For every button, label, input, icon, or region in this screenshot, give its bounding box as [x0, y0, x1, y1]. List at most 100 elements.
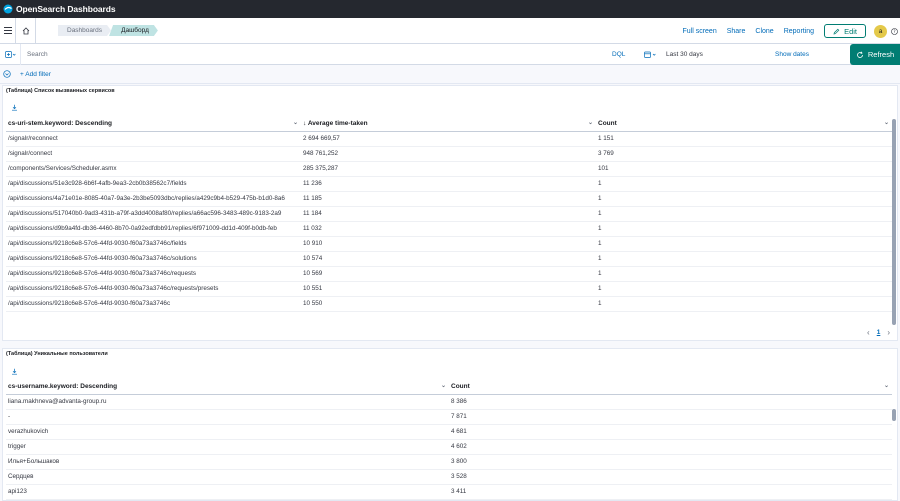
full-screen-link[interactable]: Full screen	[682, 28, 716, 35]
table-cell: 3 769	[596, 146, 892, 162]
table-cell: 3 800	[449, 454, 892, 470]
help-icon[interactable]: ?	[891, 27, 898, 35]
calendar-icon	[644, 51, 656, 58]
query-bar: Search DQL Last 30 days Show dates Refre…	[0, 43, 900, 65]
panel-users: (Таблица) Уникальные пользователи cs-use…	[2, 348, 898, 501]
table-cell: 7 871	[449, 409, 892, 425]
download-icon[interactable]	[11, 104, 18, 111]
table-cell[interactable]: /api/discussions/9218c6e8-57c6-44fd-9030…	[6, 236, 301, 252]
add-filter-link[interactable]: + Add filter	[20, 71, 51, 78]
chevron-right-icon[interactable]: ›	[887, 328, 890, 337]
clone-link[interactable]: Clone	[755, 28, 773, 35]
table-cell[interactable]: liana.makhneva@advanta-group.ru	[6, 394, 449, 410]
breadcrumb-dashboards[interactable]: Dashboards	[58, 25, 111, 36]
table-cell[interactable]: api123	[6, 484, 449, 500]
menu-toggle-button[interactable]	[0, 17, 16, 44]
share-link[interactable]: Share	[727, 28, 746, 35]
saved-query-icon	[4, 50, 16, 58]
refresh-button[interactable]: Refresh	[850, 44, 900, 65]
col-header-label: cs-username.keyword: Descending	[8, 382, 118, 390]
col-header-label: cs-uri-stem.keyword: Descending	[8, 119, 113, 127]
table-cell[interactable]: /api/discussions/51e3c928-6b6f-4afb-9ea3…	[6, 176, 301, 192]
search-input[interactable]: Search	[20, 43, 610, 65]
table-cell: 1	[596, 191, 892, 207]
edit-label: Edit	[844, 26, 857, 36]
download-icon[interactable]	[11, 368, 18, 375]
table-cell[interactable]: /api/discussions/9218c6e8-57c6-44fd-9030…	[6, 296, 301, 312]
chevron-down-icon[interactable]: ⌄	[884, 119, 889, 126]
table-row: /api/discussions/4a71e01e-8085-40a7-9a3e…	[6, 191, 892, 207]
chevron-down-icon[interactable]: ⌄	[588, 119, 593, 126]
table-cell[interactable]: /api/discussions/9218c6e8-57c6-44fd-9030…	[6, 266, 301, 282]
table-row: api123 3 411	[6, 484, 892, 500]
services-table: cs-uri-stem.keyword: Descending ⌄ ↓ Avera…	[6, 116, 892, 312]
col-header-label: Average time-taken	[307, 119, 368, 127]
table-row: /api/discussions/51e3c928-6b6f-4afb-9ea3…	[6, 176, 892, 192]
table-cell: 1	[596, 251, 892, 267]
chevron-down-icon[interactable]: ⌄	[293, 119, 298, 126]
table-cell[interactable]: /api/discussions/9218c6e8-57c6-44fd-9030…	[6, 281, 301, 297]
home-button[interactable]	[16, 17, 36, 44]
table-cell: 11 184	[301, 206, 596, 222]
query-language-button[interactable]: DQL	[612, 51, 636, 58]
table-cell: 1	[596, 206, 892, 222]
date-quick-menu-button[interactable]	[644, 51, 657, 58]
table-cell[interactable]: -	[6, 409, 449, 425]
table-cell: 948 761,252	[301, 146, 596, 162]
table-cell: 10 569	[301, 266, 596, 282]
date-range-text[interactable]: Last 30 days	[666, 51, 775, 58]
app-logo[interactable]: OpenSearch Dashboards	[3, 4, 116, 14]
chevron-left-icon[interactable]: ‹	[867, 328, 870, 337]
table-row: /api/discussions/517040b0-9ad3-431b-a79f…	[6, 206, 892, 222]
col-header-username[interactable]: cs-username.keyword: Descending ⌄	[6, 379, 449, 395]
top-header: OpenSearch Dashboards	[0, 0, 900, 18]
hamburger-icon	[3, 27, 12, 34]
table-row: /api/discussions/9218c6e8-57c6-44fd-9030…	[6, 251, 892, 267]
table-row: /api/discussions/9218c6e8-57c6-44fd-9030…	[6, 296, 892, 312]
table-cell[interactable]: /api/discussions/4a71e01e-8085-40a7-9a3e…	[6, 191, 301, 207]
page-number[interactable]: 1	[877, 329, 881, 336]
table-row: liana.makhneva@advanta-group.ru 8 386	[6, 394, 892, 410]
users-table: cs-username.keyword: Descending ⌄ Count ⌄ …	[6, 379, 892, 500]
table-cell: 1 151	[596, 131, 892, 147]
chevron-down-icon[interactable]: ⌄	[441, 382, 446, 389]
scrollbar[interactable]	[892, 119, 896, 325]
table-cell: 1	[596, 296, 892, 312]
table-cell: 101	[596, 161, 892, 177]
table-row: /components/Services/Scheduler.asmx 285 3…	[6, 161, 892, 177]
avatar[interactable]: a	[874, 24, 887, 38]
col-header-time[interactable]: ↓ Average time-taken ⌄	[301, 116, 596, 132]
panel-title: (Таблица) Список вызванных сервисов	[6, 88, 115, 94]
table-cell[interactable]: trigger	[6, 439, 449, 455]
filter-options-icon[interactable]	[3, 70, 11, 78]
chevron-down-icon[interactable]: ⌄	[884, 382, 889, 389]
reporting-link[interactable]: Reporting	[784, 28, 814, 35]
table-cell[interactable]: /api/discussions/517040b0-9ad3-431b-a79f…	[6, 206, 301, 222]
table-cell[interactable]: Илья+Большаков	[6, 454, 449, 470]
table-cell[interactable]: verazhukovich	[6, 424, 449, 440]
col-header-count[interactable]: Count ⌄	[449, 379, 892, 395]
table-cell[interactable]: /signalr/reconnect	[6, 131, 301, 147]
nav-bar: Dashboards Дашборд Full screen Share Clo…	[0, 17, 900, 44]
table-cell[interactable]: /api/discussions/d9b9a4fd-db36-4460-8b70…	[6, 221, 301, 237]
nav-actions: Full screen Share Clone Reporting Edit a…	[682, 18, 900, 44]
col-header-label: Count	[451, 382, 470, 390]
table-cell: 1	[596, 266, 892, 282]
refresh-label: Refresh	[867, 50, 895, 59]
table-cell: 10 551	[301, 281, 596, 297]
saved-query-button[interactable]	[0, 50, 20, 58]
table-cell[interactable]: /signalr/connect	[6, 146, 301, 162]
table-cell[interactable]: /api/discussions/9218c6e8-57c6-44fd-9030…	[6, 251, 301, 267]
table-row: -7 871	[6, 409, 892, 425]
edit-button[interactable]: Edit	[824, 24, 866, 38]
table-cell[interactable]: /components/Services/Scheduler.asmx	[6, 161, 301, 177]
table-row: /api/discussions/d9b9a4fd-db36-4460-8b70…	[6, 221, 892, 237]
table-cell[interactable]: Сердцев	[6, 469, 449, 485]
scrollbar[interactable]	[892, 409, 896, 421]
filter-bar: + Add filter	[0, 65, 900, 84]
table-cell: 1	[596, 176, 892, 192]
col-header-uri[interactable]: cs-uri-stem.keyword: Descending ⌄	[6, 116, 301, 132]
col-header-count[interactable]: Count ⌄	[596, 116, 892, 132]
users-table-body: liana.makhneva@advanta-group.ru 8 386-7 8…	[6, 394, 892, 500]
show-dates-link[interactable]: Show dates	[775, 51, 817, 58]
